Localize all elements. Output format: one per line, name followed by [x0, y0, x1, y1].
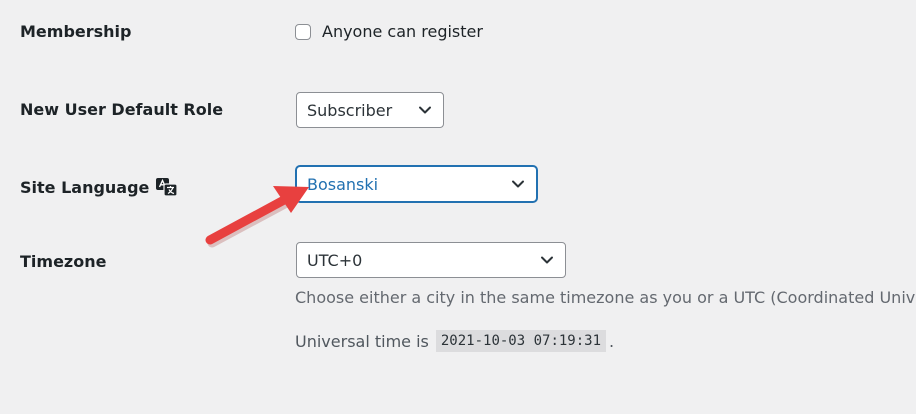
- anyone-can-register-label[interactable]: Anyone can register: [322, 22, 483, 41]
- universal-time-line: Universal time is 2021-10-03 07:19:31 .: [295, 330, 614, 352]
- universal-time-prefix: Universal time is: [295, 331, 429, 351]
- default-role-value: Subscriber: [307, 100, 393, 120]
- chevron-down-icon: [541, 256, 553, 264]
- universal-time-suffix: .: [609, 331, 615, 351]
- timezone-value: UTC+0: [307, 250, 363, 270]
- site-language-select[interactable]: Bosanski: [296, 166, 537, 202]
- translation-icon: [156, 178, 179, 197]
- anyone-can-register-checkbox[interactable]: [295, 23, 311, 40]
- timezone-description: Choose either a city in the same timezon…: [295, 288, 916, 307]
- chevron-down-icon: [419, 106, 431, 114]
- anyone-can-register-option[interactable]: Anyone can register: [295, 22, 483, 41]
- site-language-value: Bosanski: [307, 174, 379, 194]
- timezone-select[interactable]: UTC+0: [296, 242, 566, 278]
- universal-time-value: 2021-10-03 07:19:31: [435, 330, 607, 352]
- site-language-label: Site Language: [20, 177, 150, 197]
- chevron-down-icon: [512, 180, 524, 188]
- default-role-select[interactable]: Subscriber: [296, 92, 444, 128]
- default-role-label: New User Default Role: [20, 100, 224, 119]
- site-language-row-label: Site Language: [20, 176, 179, 198]
- timezone-label: Timezone: [20, 252, 107, 271]
- membership-label: Membership: [20, 22, 132, 41]
